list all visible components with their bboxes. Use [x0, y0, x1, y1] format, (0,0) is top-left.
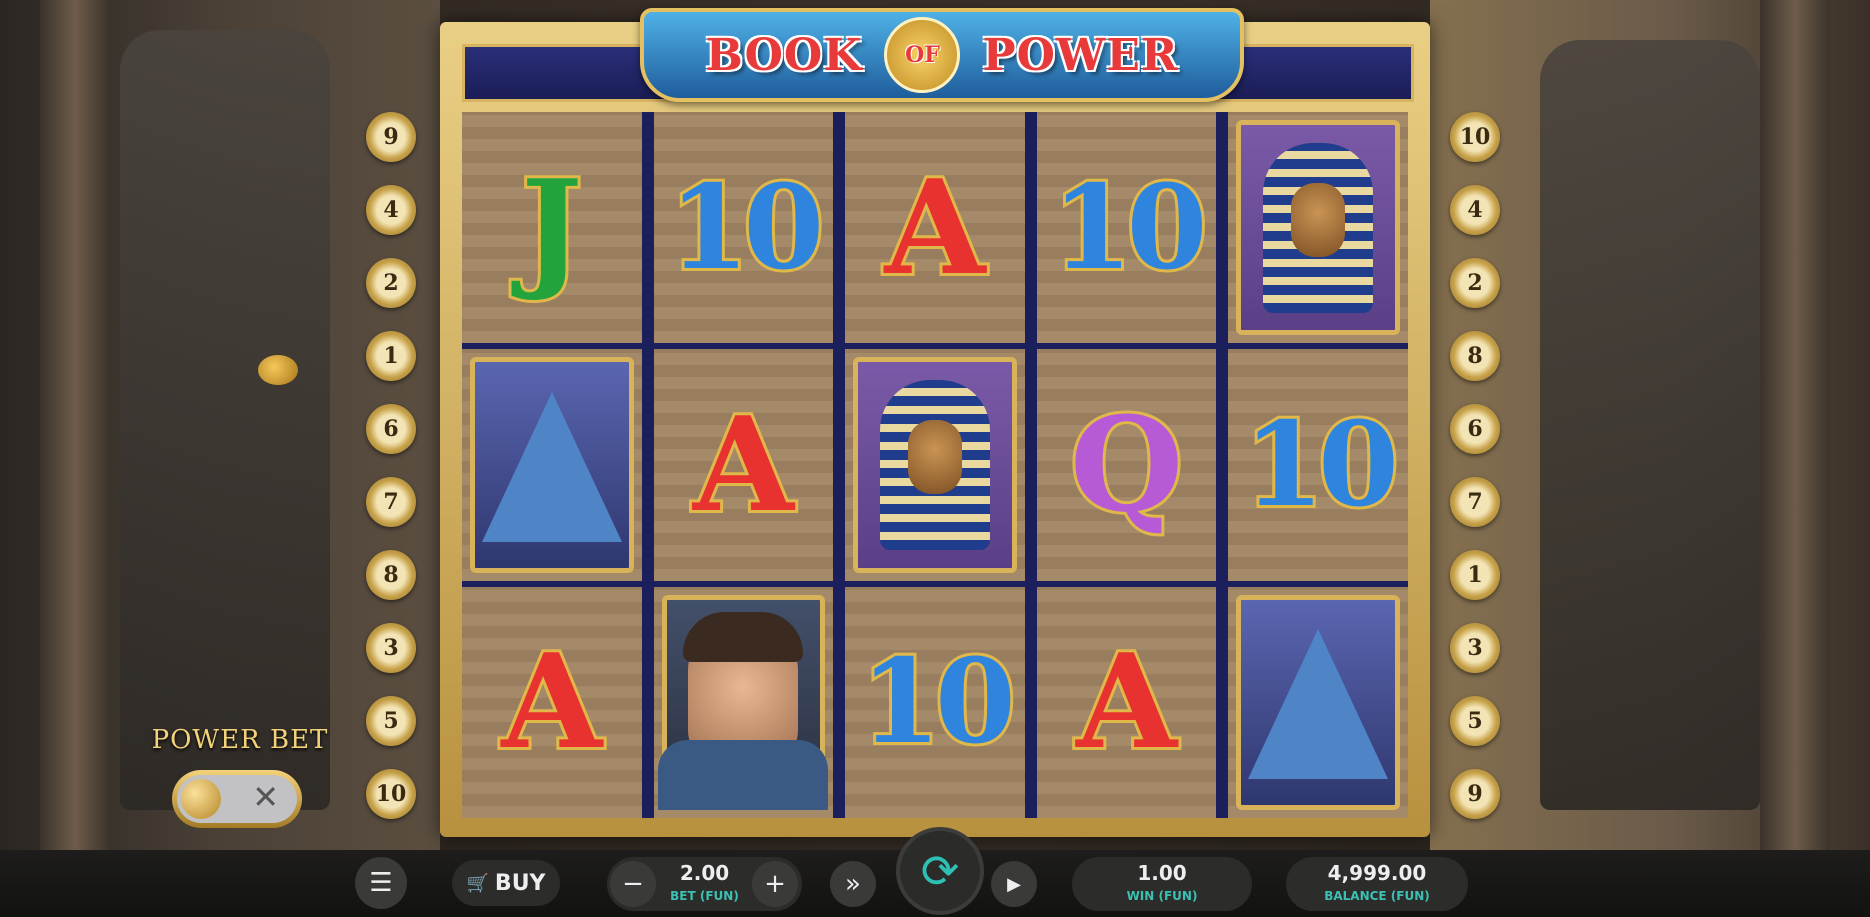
payline-badge: 7 [366, 477, 416, 527]
payline-badge: 9 [366, 112, 416, 162]
win-label: WIN (FUN) [1126, 889, 1198, 903]
symbol-a: A [1073, 625, 1180, 779]
win-value: 1.00 [1137, 861, 1187, 885]
payline-badge: 2 [366, 258, 416, 308]
statue-right [1540, 40, 1760, 810]
play-icon: ▶ [1007, 873, 1021, 895]
toggle-track: ✕ [177, 775, 297, 823]
hamburger-menu-icon: ☰ [369, 868, 393, 898]
toggle-knob [181, 779, 221, 819]
logo-word-power: POWER [982, 29, 1179, 81]
payline-badge: 9 [1450, 769, 1500, 819]
balance-display: 4,999.00 BALANCE (FUN) [1286, 857, 1468, 911]
payline-badge: 8 [1450, 331, 1500, 381]
autoplay-button[interactable]: ▶ [991, 861, 1037, 907]
payline-badge: 5 [1450, 696, 1500, 746]
symbol-a: A [882, 150, 989, 304]
payline-badge: 3 [366, 623, 416, 673]
game-logo: BOOK OF POWER [640, 8, 1244, 102]
win-display: 1.00 WIN (FUN) [1072, 857, 1252, 911]
payline-badge: 5 [366, 696, 416, 746]
golden-scarab-icon [258, 355, 298, 385]
symbol-10: 10 [666, 159, 827, 296]
pharaoh-icon [879, 380, 990, 551]
reel-grid: J A 10 A A 10 10 Q A 10 [462, 112, 1408, 818]
reel-cell: Q [1036, 349, 1217, 581]
cart-icon: 🛒 [466, 872, 489, 894]
reel-cell [462, 349, 642, 581]
payline-badge: 4 [366, 185, 416, 235]
payline-badge: 6 [1450, 404, 1500, 454]
buy-label: BUY [494, 870, 546, 896]
spin-icon: ⟳ [920, 844, 960, 898]
payline-badge: 6 [366, 404, 416, 454]
reel-cell [1228, 586, 1408, 818]
symbol-pharaoh [1236, 120, 1400, 336]
payline-badge: 1 [366, 331, 416, 381]
reel-4: 10 Q A [1036, 112, 1217, 818]
reel-1: J A [462, 112, 642, 818]
symbol-10: 10 [1049, 159, 1210, 296]
symbol-a: A [690, 387, 797, 541]
reel-cell [845, 349, 1025, 581]
symbol-j: J [518, 150, 585, 304]
increase-bet-button[interactable]: + [752, 861, 798, 907]
turbo-button[interactable]: » [830, 861, 876, 907]
explorer-portrait-icon [658, 611, 829, 810]
reel-cell: A [845, 112, 1025, 344]
payline-badge: 2 [1450, 258, 1500, 308]
pillar-left [40, 0, 110, 850]
spin-button[interactable]: ⟳ [896, 827, 984, 915]
pharaoh-icon [1263, 143, 1374, 313]
menu-button[interactable]: ☰ [355, 857, 407, 909]
symbol-a: A [498, 625, 605, 779]
reel-cell: A [653, 349, 834, 581]
minus-icon: − [622, 869, 644, 899]
reel-cell: A [1036, 586, 1217, 818]
payline-markers-right: 10 4 2 8 6 7 1 3 5 9 [1450, 112, 1500, 819]
close-icon: ✕ [252, 778, 279, 816]
payline-badge: 4 [1450, 185, 1500, 235]
balance-value: 4,999.00 [1327, 861, 1427, 885]
symbol-pyramid [1236, 594, 1400, 810]
reel-cell: 10 [653, 112, 834, 344]
balance-label: BALANCE (FUN) [1324, 889, 1430, 903]
reel-cell: 10 [1036, 112, 1217, 344]
power-bet-label: POWER BET [151, 725, 329, 755]
reel-cell: A [462, 586, 642, 818]
logo-of-medallion: OF [884, 17, 961, 93]
statue-left [120, 30, 330, 810]
symbol-explorer [658, 594, 829, 810]
buy-feature-button[interactable]: 🛒 BUY [452, 860, 560, 906]
pillar-right [1760, 0, 1830, 850]
power-bet-toggle[interactable]: ✕ [172, 770, 302, 828]
reel-2: 10 A [653, 112, 834, 818]
payline-badge: 1 [1450, 550, 1500, 600]
pyramid-icon [481, 391, 622, 542]
payline-badge: 10 [1450, 112, 1500, 162]
decrease-bet-button[interactable]: − [610, 861, 656, 907]
fast-forward-icon: » [845, 869, 861, 899]
reel-cell [653, 586, 834, 818]
payline-badge: 8 [366, 550, 416, 600]
reel-cell: 10 [845, 586, 1025, 818]
symbol-pharaoh [853, 357, 1017, 573]
reel-3: A 10 [845, 112, 1025, 818]
symbol-pyramid [470, 357, 634, 573]
reel-cell: J [462, 112, 642, 344]
symbol-10: 10 [1240, 396, 1401, 533]
payline-badge: 3 [1450, 623, 1500, 673]
reel-cell [1228, 112, 1408, 344]
symbol-q: Q [1067, 387, 1186, 541]
symbol-10: 10 [857, 634, 1018, 771]
payline-badge: 7 [1450, 477, 1500, 527]
payline-markers-left: 9 4 2 1 6 7 8 3 5 10 [366, 112, 416, 819]
logo-word-book: BOOK [705, 29, 863, 81]
reel-cell: 10 [1228, 349, 1408, 581]
payline-badge: 10 [366, 769, 416, 819]
reel-5: 10 [1228, 112, 1408, 818]
pyramid-icon [1248, 628, 1389, 779]
plus-icon: + [764, 869, 786, 899]
